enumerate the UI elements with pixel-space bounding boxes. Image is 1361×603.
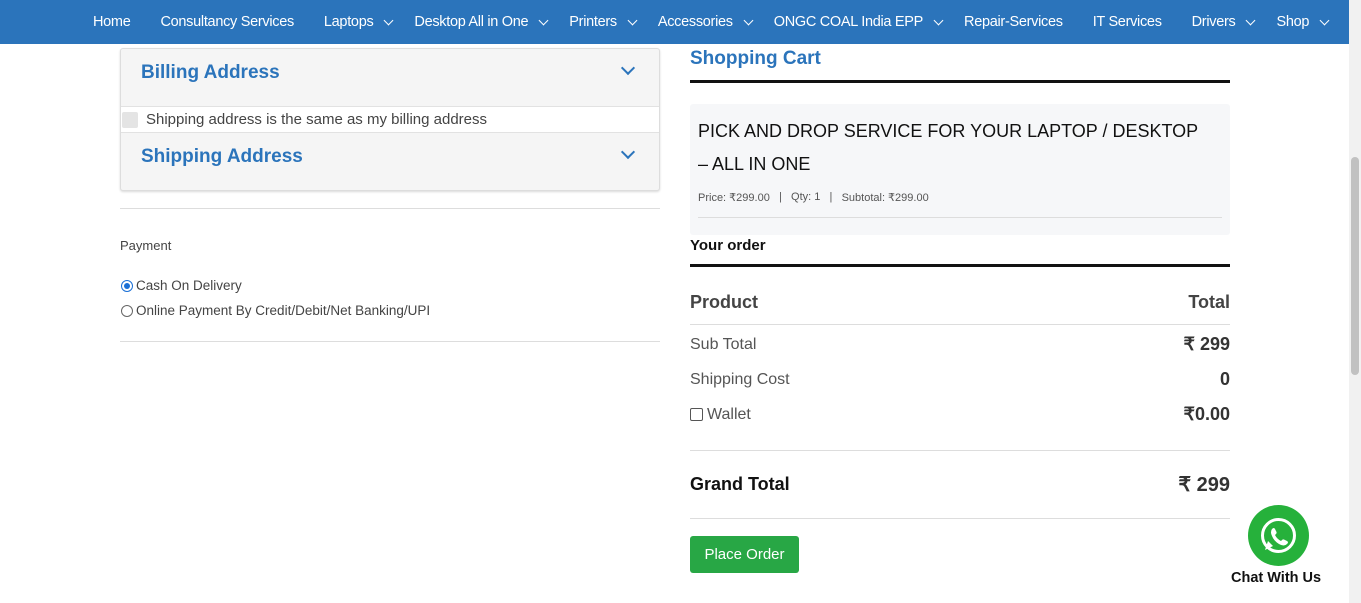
- payment-title: Payment: [120, 238, 172, 253]
- same-address-checkbox[interactable]: [122, 111, 138, 128]
- wallet-option[interactable]: Wallet: [690, 406, 751, 424]
- nav-item-home[interactable]: Home: [93, 14, 131, 30]
- page-scrollbar[interactable]: [1349, 0, 1361, 603]
- nav-item-label: Laptops: [323, 14, 374, 30]
- total-column-header: Total: [1188, 292, 1230, 312]
- shipping-address-heading[interactable]: Shipping Address: [141, 146, 303, 168]
- top-nav: Home Consultancy Services Laptops Desktop A…: [0, 0, 1349, 44]
- chevron-down-icon[interactable]: [1319, 15, 1330, 25]
- nav-item-label: Desktop All in One: [414, 14, 529, 30]
- nav-item-desktop-all-in-one[interactable]: Desktop All in One: [414, 14, 549, 30]
- order-header-row: Product Total: [690, 292, 1230, 313]
- nav-item-printers[interactable]: Printers: [569, 14, 638, 30]
- nav-item-consultancy-services[interactable]: Consultancy Services: [160, 14, 294, 30]
- divider: [690, 324, 1230, 325]
- chevron-down-icon[interactable]: [627, 15, 638, 25]
- grand-total-label: Grand Total: [690, 474, 790, 494]
- subtotal-label: Sub Total: [690, 335, 757, 353]
- nav-item-label: Drivers: [1191, 14, 1236, 30]
- wallet-checkbox[interactable]: [690, 407, 703, 421]
- nav-item-label: Printers: [569, 14, 617, 30]
- cart-item: PICK AND DROP SERVICE FOR YOUR LAPTOP / …: [690, 104, 1230, 235]
- subtotal-row: Sub Total ₹ 299: [690, 334, 1230, 355]
- divider: [698, 217, 1222, 218]
- shipping-cost-row: Shipping Cost 0: [690, 369, 1230, 390]
- subtotal-value: ₹ 299: [1183, 334, 1231, 354]
- nav-item-drivers[interactable]: Drivers: [1191, 14, 1256, 30]
- nav-item-laptops[interactable]: Laptops: [323, 14, 394, 30]
- chevron-down-icon[interactable]: [383, 15, 394, 25]
- chat-with-us-label[interactable]: Chat With Us: [1231, 570, 1321, 586]
- place-order-button[interactable]: Place Order: [690, 536, 799, 573]
- payment-option-online[interactable]: Online Payment By Credit/Debit/Net Banki…: [120, 303, 430, 318]
- shipping-cost-value: 0: [1219, 369, 1230, 389]
- nav-item-label: Repair-Services: [964, 14, 1063, 30]
- online-label: Online Payment By Credit/Debit/Net Banki…: [136, 303, 431, 318]
- address-panel: Billing Address Shipping address is the …: [120, 48, 660, 191]
- whatsapp-chat-button[interactable]: [1248, 505, 1309, 566]
- shopping-cart-title: Shopping Cart: [690, 48, 821, 69]
- nav-item-accessories[interactable]: Accessories: [657, 14, 754, 30]
- same-address-row[interactable]: Shipping address is the same as my billi…: [121, 106, 659, 133]
- billing-chevron-down-icon[interactable]: [620, 60, 636, 76]
- divider: [120, 341, 660, 342]
- chevron-down-icon[interactable]: [743, 15, 754, 25]
- grand-total-value: ₹ 299: [1178, 474, 1230, 496]
- nav-item-label: Shop: [1276, 14, 1310, 30]
- your-order-title: Your order: [690, 237, 766, 254]
- wallet-label: Wallet: [707, 405, 751, 423]
- chevron-down-icon[interactable]: [538, 15, 549, 25]
- nav-item-label: IT Services: [1092, 14, 1162, 30]
- divider: [690, 518, 1230, 519]
- nav-item-label: Home: [93, 14, 131, 30]
- cart-item-meta: Price: ₹299.00 | Qty: 1 | Subtotal: ₹299…: [698, 191, 929, 204]
- nav-item-label: Accessories: [657, 14, 733, 30]
- whatsapp-icon: [1261, 518, 1296, 553]
- cart-item-subtotal: Subtotal: ₹299.00: [841, 192, 929, 204]
- cart-item-name: PICK AND DROP SERVICE FOR YOUR LAPTOP / …: [698, 121, 1198, 174]
- shipping-cost-label: Shipping Cost: [690, 370, 790, 388]
- payment-option-cod[interactable]: Cash On Delivery: [120, 278, 242, 293]
- same-address-label: Shipping address is the same as my billi…: [146, 111, 488, 128]
- nav-item-repair-services[interactable]: Repair-Services: [964, 14, 1063, 30]
- online-radio[interactable]: [121, 304, 133, 317]
- nav-item-label: Consultancy Services: [160, 14, 294, 30]
- wallet-value: ₹0.00: [1183, 404, 1231, 424]
- shipping-chevron-down-icon[interactable]: [620, 144, 636, 160]
- nav-item-ongc-coal-india-epp[interactable]: ONGC COAL India EPP: [773, 14, 944, 30]
- chevron-down-icon[interactable]: [1246, 15, 1256, 25]
- divider: [690, 450, 1230, 451]
- cart-item-price: Price: ₹299.00: [698, 192, 770, 204]
- billing-address-heading[interactable]: Billing Address: [141, 62, 280, 84]
- product-column-header: Product: [690, 292, 759, 312]
- chevron-down-icon[interactable]: [933, 15, 944, 25]
- wallet-row: Wallet ₹0.00: [690, 404, 1230, 425]
- divider: [690, 264, 1230, 267]
- scrollbar-thumb[interactable]: [1351, 157, 1359, 375]
- cart-item-qty: Qty: 1: [791, 191, 821, 203]
- grand-total-row: Grand Total ₹ 299: [690, 472, 1230, 497]
- nav-item-shop[interactable]: Shop: [1276, 14, 1330, 30]
- divider: [690, 80, 1230, 83]
- nav-item-it-services[interactable]: IT Services: [1093, 14, 1162, 30]
- cod-label: Cash On Delivery: [136, 278, 242, 293]
- cod-radio[interactable]: [121, 279, 133, 292]
- nav-item-label: ONGC COAL India EPP: [773, 14, 924, 30]
- divider: [120, 208, 660, 209]
